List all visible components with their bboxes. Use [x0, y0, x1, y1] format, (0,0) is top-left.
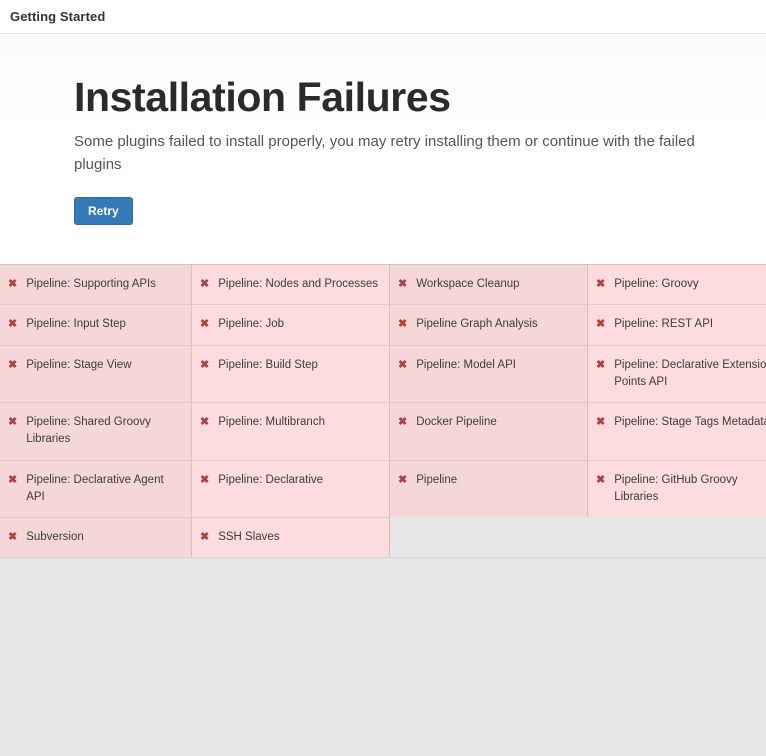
failed-plugin-item: ✖ Pipeline: REST API: [588, 304, 766, 344]
failed-plugin-name: Pipeline: Model API: [416, 357, 577, 374]
app-header: Getting Started: [0, 0, 766, 34]
failed-plugin-item: ✖ Pipeline: Input Step: [0, 304, 192, 344]
failed-plugin-item: ✖ Workspace Cleanup: [390, 264, 588, 304]
failed-plugin-name: Pipeline: Groovy: [614, 276, 766, 293]
failure-description: Some plugins failed to install properly,…: [74, 131, 699, 177]
failed-plugin-name: Subversion: [26, 529, 181, 546]
failure-cross-icon: ✖: [396, 472, 407, 489]
failure-cross-icon: ✖: [6, 414, 17, 431]
failure-cross-icon: ✖: [594, 316, 605, 333]
failed-plugin-name: Pipeline: Declarative Agent API: [26, 472, 181, 507]
failed-plugin-name: Pipeline: Multibranch: [218, 414, 379, 431]
failed-plugin-item: ✖ Subversion: [0, 517, 192, 557]
failed-plugin-item: ✖ Pipeline: Shared Groovy Libraries: [0, 402, 192, 460]
failure-cross-icon: ✖: [6, 529, 17, 546]
failed-plugin-name: Pipeline: Shared Groovy Libraries: [26, 414, 181, 449]
failed-plugin-name: Pipeline: Nodes and Processes: [218, 276, 379, 293]
heading-installation-failures: Installation Failures: [74, 76, 766, 119]
failed-plugin-name: Pipeline Graph Analysis: [416, 316, 577, 333]
failure-cross-icon: ✖: [594, 472, 605, 489]
plugin-cell-empty: [390, 517, 588, 557]
failure-cross-icon: ✖: [6, 316, 17, 333]
failed-plugin-name: Pipeline: REST API: [614, 316, 766, 333]
failed-plugin-name: Docker Pipeline: [416, 414, 577, 431]
failure-cross-icon: ✖: [198, 357, 209, 374]
failed-plugin-item: ✖ Pipeline: Stage View: [0, 345, 192, 403]
failure-cross-icon: ✖: [198, 472, 209, 489]
failed-plugin-item: ✖ Pipeline: Build Step: [192, 345, 390, 403]
failure-cross-icon: ✖: [396, 276, 407, 293]
failed-plugin-item: ✖ Docker Pipeline: [390, 402, 588, 460]
retry-button[interactable]: Retry: [74, 197, 133, 225]
failed-plugin-name: Pipeline: Declarative: [218, 472, 379, 489]
failed-plugins-grid: ✖ Pipeline: Supporting APIs ✖ Pipeline: Nod…: [0, 264, 766, 557]
failure-cross-icon: ✖: [396, 316, 407, 333]
failure-cross-icon: ✖: [396, 414, 407, 431]
failure-cross-icon: ✖: [396, 357, 407, 374]
failed-plugin-item: ✖ Pipeline: [390, 460, 588, 518]
failed-plugin-item: ✖ SSH Slaves: [192, 517, 390, 557]
failed-plugin-item: ✖ Pipeline: Declarative Extension Points …: [588, 345, 766, 403]
failed-plugin-item: ✖ Pipeline: GitHub Groovy Libraries: [588, 460, 766, 518]
failed-plugin-name: Pipeline: Supporting APIs: [26, 276, 181, 293]
failure-cross-icon: ✖: [198, 529, 209, 546]
failed-plugin-name: Pipeline: GitHub Groovy Libraries: [614, 472, 766, 507]
failure-cross-icon: ✖: [6, 472, 17, 489]
failure-cross-icon: ✖: [6, 357, 17, 374]
failure-cross-icon: ✖: [198, 316, 209, 333]
failed-plugin-item: ✖ Pipeline: Declarative Agent API: [0, 460, 192, 518]
failed-plugin-name: Pipeline: Stage View: [26, 357, 181, 374]
failed-plugin-item: ✖ Pipeline Graph Analysis: [390, 304, 588, 344]
failed-plugin-name: Pipeline: Stage Tags Metadata: [614, 414, 766, 431]
failure-cross-icon: ✖: [198, 414, 209, 431]
failure-cross-icon: ✖: [6, 276, 17, 293]
page-title: Getting Started: [10, 9, 105, 24]
failed-plugins-section: ✖ Pipeline: Supporting APIs ✖ Pipeline: Nod…: [0, 264, 766, 559]
failed-plugin-name: Pipeline: Build Step: [218, 357, 379, 374]
installation-failures-panel: Installation Failures Some plugins faile…: [0, 34, 766, 264]
failed-plugin-item: ✖ Pipeline: Job: [192, 304, 390, 344]
grid-bottom-shadow: [0, 557, 766, 559]
failure-cross-icon: ✖: [594, 357, 605, 374]
failed-plugin-name: Pipeline: Job: [218, 316, 379, 333]
failed-plugin-name: Workspace Cleanup: [416, 276, 577, 293]
failed-plugin-item: ✖ Pipeline: Declarative: [192, 460, 390, 518]
failed-plugin-name: Pipeline: Input Step: [26, 316, 181, 333]
failed-plugin-item: ✖ Pipeline: Multibranch: [192, 402, 390, 460]
failed-plugin-name: Pipeline: Declarative Extension Points A…: [614, 357, 766, 392]
failed-plugin-item: ✖ Pipeline: Stage Tags Metadata: [588, 402, 766, 460]
failed-plugin-item: ✖ Pipeline: Nodes and Processes: [192, 264, 390, 304]
failed-plugin-name: Pipeline: [416, 472, 577, 489]
plugin-cell-empty: [588, 517, 766, 557]
failure-cross-icon: ✖: [198, 276, 209, 293]
failed-plugin-item: ✖ Pipeline: Model API: [390, 345, 588, 403]
failure-cross-icon: ✖: [594, 276, 605, 293]
failed-plugin-item: ✖ Pipeline: Supporting APIs: [0, 264, 192, 304]
failed-plugin-item: ✖ Pipeline: Groovy: [588, 264, 766, 304]
failure-cross-icon: ✖: [594, 414, 605, 431]
failed-plugin-name: SSH Slaves: [218, 529, 379, 546]
